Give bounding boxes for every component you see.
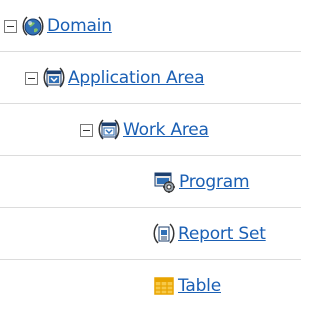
program-icon — [154, 172, 175, 193]
collapse-toggle-icon[interactable] — [4, 19, 17, 33]
tree-link-program[interactable]: Program — [179, 172, 250, 192]
report-set-icon — [153, 223, 175, 244]
tree-link-work-area[interactable]: Work Area — [123, 120, 209, 140]
tree-node-work-area: Work Area — [0, 104, 301, 156]
tree-link-table[interactable]: Table — [178, 276, 221, 296]
tree-link-report-set[interactable]: Report Set — [178, 224, 266, 244]
tree-node-application-area: Application Area — [0, 52, 301, 104]
tree-node-table: Table — [0, 260, 301, 312]
application-area-icon — [43, 67, 65, 88]
tree-node-program: Program — [0, 156, 301, 208]
tree-node-report-set: Report Set — [0, 208, 301, 260]
tree-view: Domain Application Area Work Area Progra… — [0, 0, 301, 313]
collapse-toggle-icon[interactable] — [80, 123, 93, 137]
work-area-icon — [98, 119, 120, 140]
tree-link-domain[interactable]: Domain — [47, 16, 112, 36]
table-icon — [154, 277, 174, 295]
domain-icon — [22, 16, 44, 36]
tree-link-application-area[interactable]: Application Area — [68, 68, 205, 88]
collapse-toggle-icon[interactable] — [25, 71, 38, 85]
tree-node-domain: Domain — [0, 0, 301, 52]
